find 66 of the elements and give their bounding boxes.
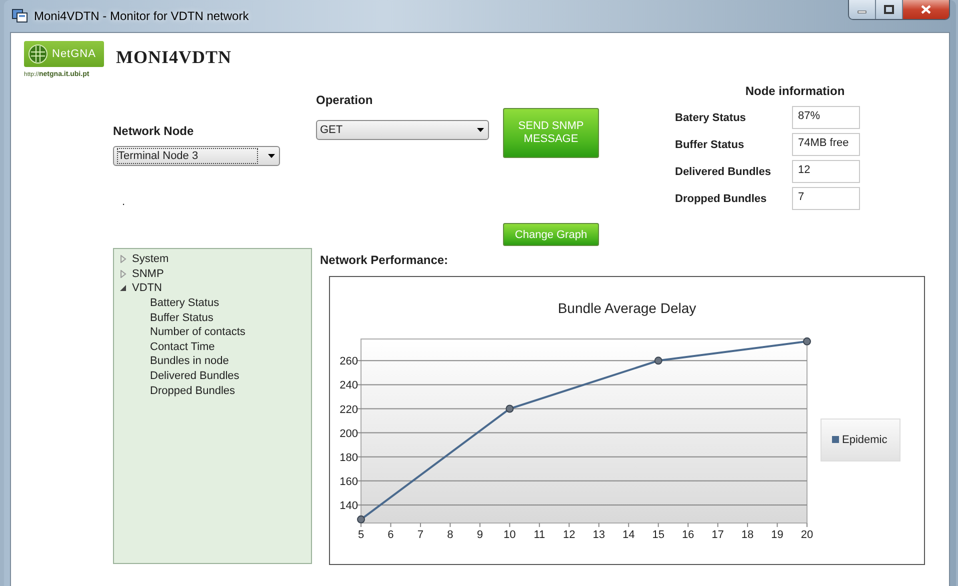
- axis-label: 8: [447, 529, 454, 541]
- axis-label: 18: [741, 529, 754, 541]
- section-title: Node information: [744, 84, 846, 98]
- field-label: Delivered Bundles: [675, 166, 772, 178]
- maximize-icon: [884, 5, 894, 14]
- maximize-button[interactable]: [876, 0, 903, 19]
- chart-title: Bundle Average Delay: [558, 300, 696, 316]
- axis-label: 10: [504, 529, 516, 541]
- axis-label: 140: [340, 500, 358, 512]
- tree-item[interactable]: SNMP: [120, 266, 164, 282]
- axis-label: 160: [340, 476, 358, 488]
- axis-label: 180: [340, 452, 358, 464]
- axis-label: 19: [771, 529, 784, 541]
- axis-label: 14: [622, 529, 635, 541]
- field-label: Batery Status: [675, 112, 747, 124]
- tree-item[interactable]: VDTN: [120, 281, 162, 296]
- data-point: [506, 404, 514, 413]
- tree-item[interactable]: Battery Status: [150, 296, 220, 310]
- value-field[interactable]: 74MB free: [792, 133, 860, 156]
- axis-label: 12: [563, 529, 576, 541]
- axis-label: 17: [712, 529, 724, 541]
- section-title: Network Performance:: [320, 253, 450, 267]
- legend-label: Epidemic: [842, 434, 888, 446]
- value-field[interactable]: 12: [792, 160, 860, 183]
- window-title: Moni4VDTN - Monitor for VDTN network: [34, 9, 249, 23]
- axis-label: 6: [388, 529, 394, 541]
- close-button[interactable]: [903, 0, 949, 19]
- data-point: [654, 356, 662, 365]
- caret-icon: [477, 128, 484, 132]
- field-label: Buffer Status: [675, 138, 746, 150]
- data-point: [357, 515, 365, 524]
- axis-label: 7: [417, 529, 424, 541]
- tree-item[interactable]: Delivered Bundles: [150, 368, 240, 384]
- logo: NetGNA: [24, 41, 104, 67]
- axis-label: 220: [340, 404, 358, 416]
- axis-label: 13: [592, 529, 605, 541]
- field-label: Network Node: [113, 124, 195, 138]
- field-label: Dropped Bundles: [675, 192, 768, 204]
- status-text: .: [122, 196, 126, 208]
- operation-dropdown[interactable]: GET: [316, 120, 489, 140]
- app-icon: [12, 9, 28, 23]
- expanded-arrow-icon[interactable]: [120, 284, 127, 292]
- axis-label: 9: [476, 529, 483, 541]
- axis-label: 16: [682, 529, 694, 541]
- axis-label: 200: [340, 428, 358, 440]
- node-dropdown[interactable]: Terminal Node 3: [113, 146, 280, 166]
- axis-label: 260: [340, 356, 358, 368]
- axis-label: 15: [652, 529, 664, 541]
- tree-item[interactable]: Bundles in node: [150, 354, 229, 369]
- value-field[interactable]: 87%: [792, 106, 860, 129]
- globe-icon: [28, 44, 48, 64]
- axis-label: 240: [340, 380, 358, 392]
- tree-item[interactable]: Dropped Bundles: [150, 383, 236, 398]
- axis-label: 11: [534, 529, 546, 541]
- tree-item[interactable]: Buffer Status: [150, 310, 214, 325]
- value-field[interactable]: 7: [792, 187, 860, 210]
- caret-icon: [268, 154, 275, 158]
- tree-item[interactable]: Number of contacts: [150, 324, 246, 340]
- axis-label: 5: [358, 529, 364, 541]
- data-point: [803, 337, 811, 346]
- app-title: MONI4VDTN: [116, 47, 232, 68]
- close-icon: [921, 5, 931, 14]
- tree-item[interactable]: System: [120, 252, 169, 267]
- field-label: Operation: [316, 93, 374, 107]
- axis-label: 20: [800, 529, 814, 541]
- tree-item[interactable]: Contact Time: [150, 340, 215, 354]
